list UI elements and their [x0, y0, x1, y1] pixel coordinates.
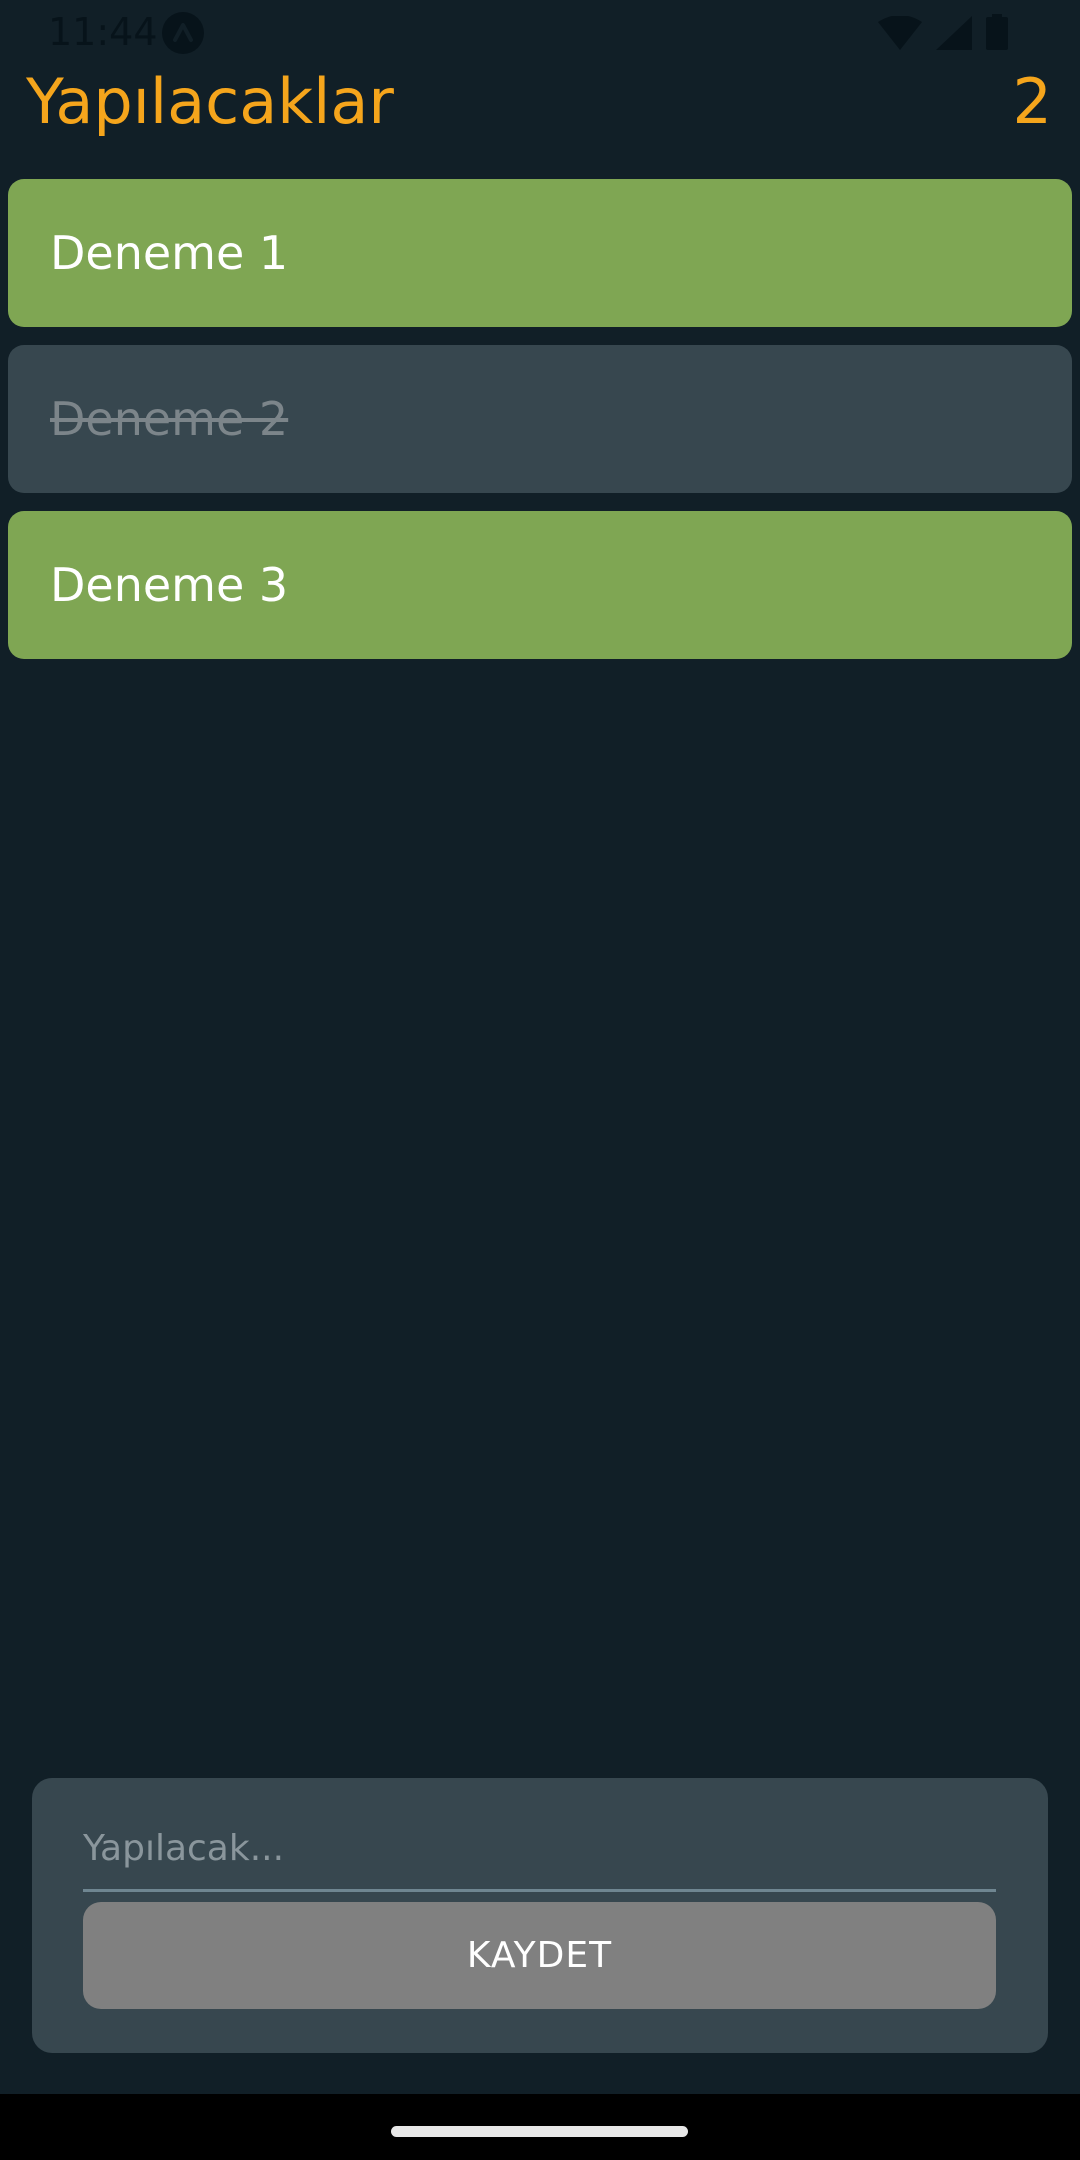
battery-icon: [986, 14, 1008, 54]
todo-list: Deneme 1 Deneme 2 Deneme 3: [8, 179, 1072, 677]
status-time: 11:44: [48, 10, 158, 54]
page-title: Yapılacaklar: [26, 65, 394, 138]
navigation-bar: [0, 2094, 1080, 2160]
todo-item[interactable]: Deneme 3: [8, 511, 1072, 659]
todo-item[interactable]: Deneme 2: [8, 345, 1072, 493]
todo-item-label: Deneme 3: [50, 558, 289, 612]
home-handle[interactable]: [391, 2126, 688, 2137]
wifi-icon: [878, 15, 922, 54]
add-todo-panel: KAYDET: [32, 1778, 1048, 2053]
app-notification-icon: [162, 12, 204, 54]
status-bar: 11:44: [0, 0, 1080, 68]
todo-item-label: Deneme 2: [50, 392, 289, 446]
remaining-count: 2: [1012, 65, 1052, 138]
signal-icon: [936, 16, 972, 54]
save-button[interactable]: KAYDET: [83, 1902, 996, 2009]
todo-item[interactable]: Deneme 1: [8, 179, 1072, 327]
todo-input[interactable]: [83, 1808, 996, 1892]
todo-item-label: Deneme 1: [50, 226, 289, 280]
status-icons: [878, 14, 1008, 54]
